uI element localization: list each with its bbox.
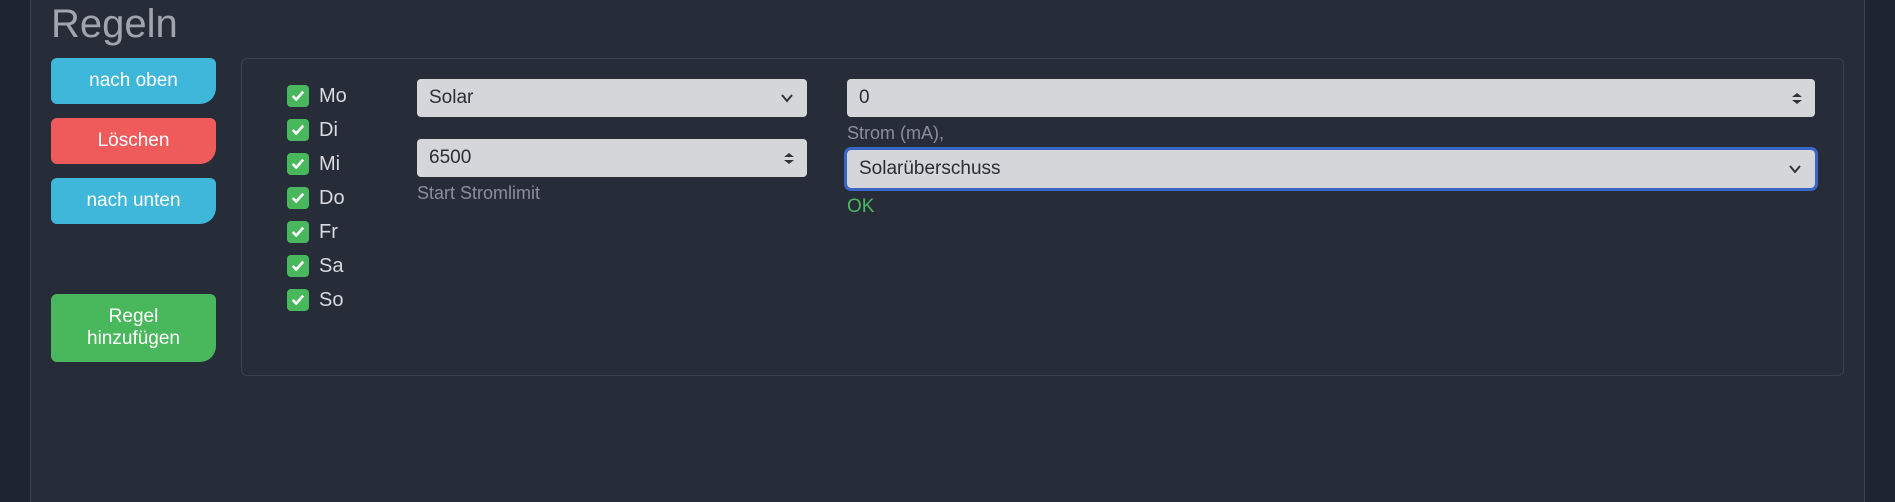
weekday-label: Di [319,119,338,142]
condition-select-value: Solarüberschuss [859,158,1001,180]
weekday-label: So [319,289,343,312]
start-limit-caption: Start Stromlimit [417,183,807,204]
weekday-row: Do [287,181,417,215]
weekday-checkbox-so[interactable] [287,289,309,311]
weekday-row: Mi [287,147,417,181]
weekday-label: Do [319,187,345,210]
start-limit-input[interactable]: 6500 [417,139,807,177]
weekday-checkbox-sa[interactable] [287,255,309,277]
weekday-checkbox-mi[interactable] [287,153,309,175]
add-rule-button[interactable]: Regel hinzufügen [51,294,216,362]
weekday-row: Di [287,113,417,147]
weekday-label: Mo [319,85,347,108]
mode-select-value: Solar [429,87,473,109]
condition-status: OK [847,196,1815,218]
rule-actions-sidebar: nach oben Löschen nach unten Regel hinzu… [51,58,241,376]
move-up-button[interactable]: nach oben [51,58,216,104]
number-spinner-icon[interactable] [1791,92,1803,105]
weekday-checkbox-di[interactable] [287,119,309,141]
condition-select[interactable]: Solarüberschuss [847,150,1815,188]
section-title: Regeln [51,0,1844,58]
weekday-checkbox-mo[interactable] [287,85,309,107]
start-limit-value: 6500 [429,147,471,169]
delete-button[interactable]: Löschen [51,118,216,164]
weekday-checkbox-do[interactable] [287,187,309,209]
weekday-row: So [287,283,417,317]
weekday-list: Mo Di Mi Do [287,79,417,345]
weekday-row: Mo [287,79,417,113]
weekday-row: Fr [287,215,417,249]
weekday-checkbox-fr[interactable] [287,221,309,243]
rule-panel: Mo Di Mi Do [241,58,1844,376]
weekday-label: Fr [319,221,338,244]
mode-select[interactable]: Solar [417,79,807,117]
current-input[interactable]: 0 [847,79,1815,117]
chevron-down-icon [1787,161,1803,177]
current-value: 0 [859,87,870,109]
current-caption: Strom (mA), [847,123,1815,144]
weekday-label: Mi [319,153,340,176]
chevron-down-icon [779,90,795,106]
move-down-button[interactable]: nach unten [51,178,216,224]
weekday-label: Sa [319,255,343,278]
weekday-row: Sa [287,249,417,283]
number-spinner-icon[interactable] [783,152,795,165]
